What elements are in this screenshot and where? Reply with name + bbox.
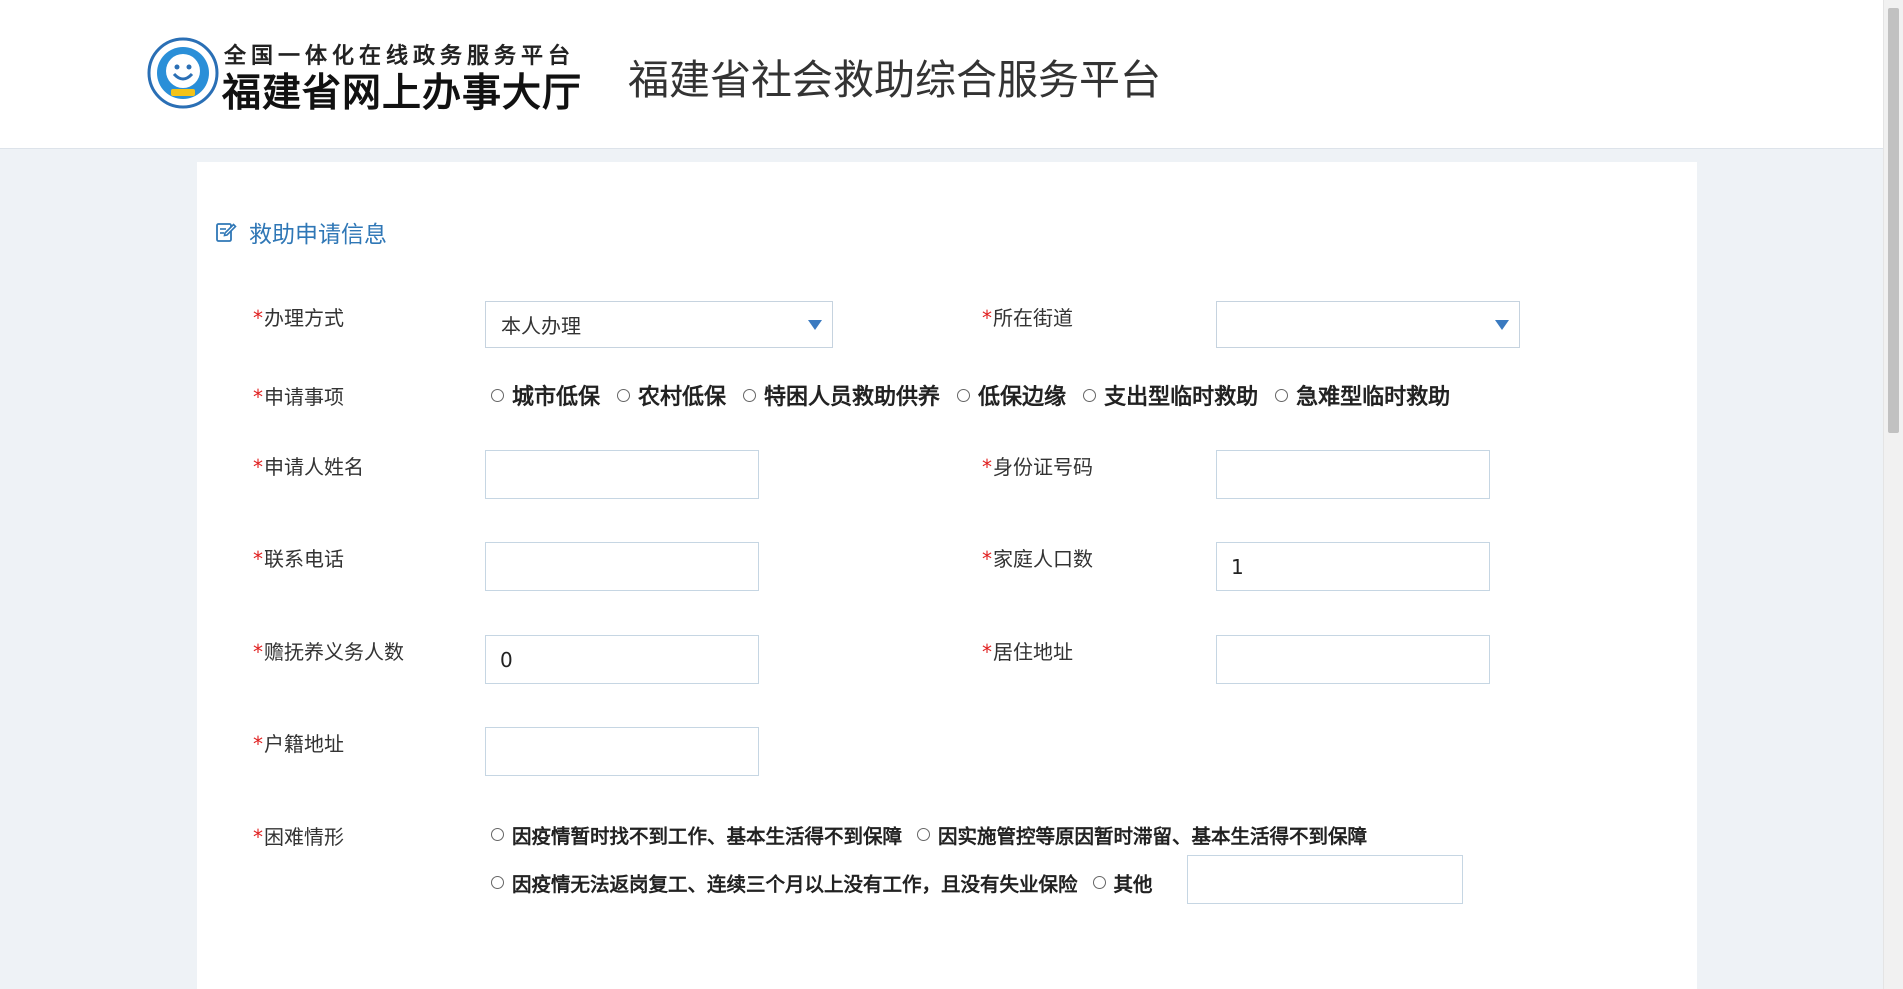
radio-label: 因实施管控等原因暂时滞留、基本生活得不到保障 <box>938 825 1368 848</box>
required-mark: * <box>253 547 263 571</box>
section-title: 救助申请信息 <box>249 222 387 248</box>
applicant-name-label-text: 申请人姓名 <box>264 455 364 479</box>
support-count-field[interactable] <box>485 635 759 684</box>
registered-address-field[interactable] <box>485 727 759 776</box>
apply-items-label: *申请事项 <box>253 381 344 410</box>
form-panel: 救助申请信息 *办理方式 本人办理 *所在街道 *申请事项 城市低保 农村低保 … <box>197 162 1697 989</box>
chevron-down-icon <box>1495 320 1509 330</box>
apply-item-radio-dibao-edge[interactable]: 低保边缘 <box>957 379 1066 411</box>
required-mark: * <box>253 640 263 664</box>
required-mark: * <box>253 825 263 849</box>
chevron-down-icon <box>808 320 822 330</box>
phone-label-text: 联系电话 <box>264 547 344 571</box>
radio-label: 城市低保 <box>512 385 601 410</box>
apply-item-radio-urban-dibao[interactable]: 城市低保 <box>491 379 600 411</box>
required-mark: * <box>253 455 263 479</box>
required-mark: * <box>982 640 992 664</box>
radio-circle-icon[interactable] <box>491 876 504 889</box>
radio-circle-icon[interactable] <box>957 388 971 402</box>
apply-item-radio-rural-dibao[interactable]: 农村低保 <box>617 379 726 411</box>
required-mark: * <box>982 455 992 479</box>
applicant-name-label: *申请人姓名 <box>253 451 364 480</box>
phone-label: *联系电话 <box>253 543 344 572</box>
radio-circle-icon[interactable] <box>1275 388 1289 402</box>
radio-label: 因疫情暂时找不到工作、基本生活得不到保障 <box>512 825 903 848</box>
address-label-text: 居住地址 <box>993 640 1073 664</box>
required-mark: * <box>253 732 263 756</box>
page-scrollbar[interactable] <box>1883 0 1903 989</box>
radio-label: 因疫情无法返岗复工、连续三个月以上没有工作，且没有失业保险 <box>512 873 1078 896</box>
household-size-label-text: 家庭人口数 <box>993 547 1093 571</box>
page-title: 福建省社会救助综合服务平台 <box>628 56 1161 104</box>
logo-hall-text: 福建省网上办事大厅 <box>222 70 583 116</box>
radio-label: 特困人员救助供养 <box>764 385 941 410</box>
address-field[interactable] <box>1216 635 1490 684</box>
radio-circle-icon[interactable] <box>917 828 931 841</box>
registered-address-label-text: 户籍地址 <box>264 732 344 756</box>
phone-field[interactable] <box>485 542 759 591</box>
difficulty-radio-group-row1: 因疫情暂时找不到工作、基本生活得不到保障 因实施管控等原因暂时滞留、基本生活得不… <box>491 820 1382 849</box>
radio-label: 支出型临时救助 <box>1104 385 1259 410</box>
apply-item-radio-expense-temp[interactable]: 支出型临时救助 <box>1083 379 1258 411</box>
difficulty-radio-other[interactable]: 其他 <box>1092 868 1153 897</box>
radio-label: 其他 <box>1113 873 1153 896</box>
support-count-label: *赡抚养义务人数 <box>253 636 404 665</box>
radio-label: 急难型临时救助 <box>1296 385 1451 410</box>
radio-circle-icon[interactable] <box>617 388 631 402</box>
household-size-field[interactable] <box>1216 542 1490 591</box>
difficulty-label-text: 困难情形 <box>264 825 344 849</box>
site-logo-seal-icon <box>147 37 219 109</box>
apply-item-radio-emergency-temp[interactable]: 急难型临时救助 <box>1275 379 1450 411</box>
handle-method-label: *办理方式 <box>253 302 344 331</box>
radio-circle-icon[interactable] <box>491 388 504 402</box>
applicant-name-field[interactable] <box>485 450 759 499</box>
apply-item-radio-special-hardship[interactable]: 特困人员救助供养 <box>743 379 940 411</box>
difficulty-radio-stranded[interactable]: 因实施管控等原因暂时滞留、基本生活得不到保障 <box>917 820 1367 849</box>
section-header: 救助申请信息 <box>215 215 387 249</box>
street-select[interactable] <box>1216 301 1520 348</box>
difficulty-radio-no-return[interactable]: 因疫情无法返岗复工、连续三个月以上没有工作，且没有失业保险 <box>491 868 1078 897</box>
id-number-label: *身份证号码 <box>982 451 1093 480</box>
radio-circle-icon[interactable] <box>491 828 504 841</box>
street-label: *所在街道 <box>982 302 1073 331</box>
handle-method-select[interactable]: 本人办理 <box>485 301 833 348</box>
edit-form-icon <box>216 223 237 242</box>
required-mark: * <box>982 306 992 330</box>
registered-address-label: *户籍地址 <box>253 728 344 757</box>
site-header: 全国一体化在线政务服务平台 福建省网上办事大厅 福建省社会救助综合服务平台 <box>0 0 1884 149</box>
support-count-label-text: 赡抚养义务人数 <box>264 640 404 664</box>
apply-items-label-text: 申请事项 <box>264 385 344 409</box>
scrollbar-thumb[interactable] <box>1888 8 1899 433</box>
radio-circle-icon[interactable] <box>1092 876 1106 889</box>
street-label-text: 所在街道 <box>993 306 1073 330</box>
apply-items-radio-group: 城市低保 农村低保 特困人员救助供养 低保边缘 支出型临时救助 急难型临时救助 <box>491 379 1467 411</box>
id-number-field[interactable] <box>1216 450 1490 499</box>
difficulty-other-field[interactable] <box>1187 855 1463 904</box>
difficulty-radio-group-row2: 因疫情无法返岗复工、连续三个月以上没有工作，且没有失业保险 其他 <box>491 868 1168 897</box>
radio-label: 农村低保 <box>638 385 727 410</box>
household-size-label: *家庭人口数 <box>982 543 1093 572</box>
handle-method-value: 本人办理 <box>501 314 581 338</box>
id-number-label-text: 身份证号码 <box>993 455 1093 479</box>
radio-circle-icon[interactable] <box>1083 388 1097 402</box>
radio-label: 低保边缘 <box>978 385 1067 410</box>
required-mark: * <box>253 306 263 330</box>
difficulty-label: *困难情形 <box>253 821 344 850</box>
handle-method-label-text: 办理方式 <box>264 306 344 330</box>
difficulty-radio-no-work[interactable]: 因疫情暂时找不到工作、基本生活得不到保障 <box>491 820 902 849</box>
required-mark: * <box>253 385 263 409</box>
required-mark: * <box>982 547 992 571</box>
radio-circle-icon[interactable] <box>743 388 757 402</box>
address-label: *居住地址 <box>982 636 1073 665</box>
